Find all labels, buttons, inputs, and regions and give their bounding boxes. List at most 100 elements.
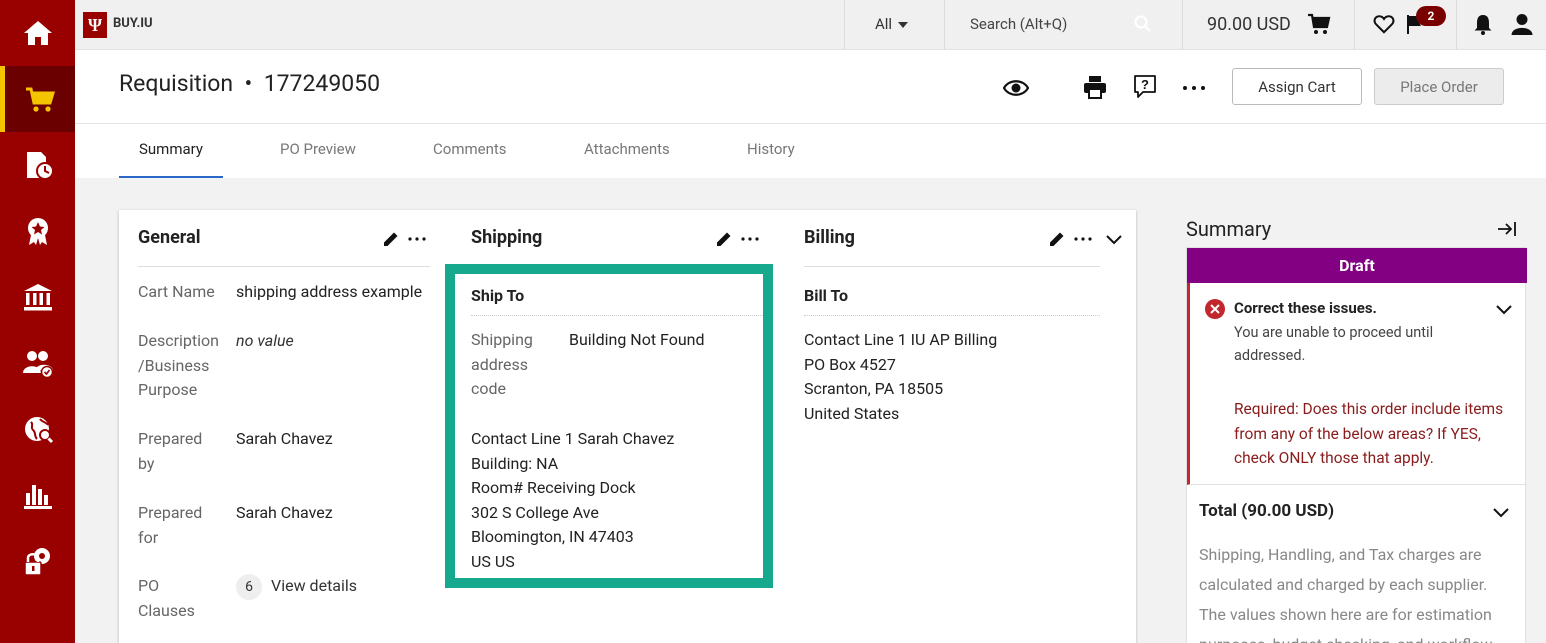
topbar-divider bbox=[1182, 0, 1183, 50]
cart-name-label: Cart Name bbox=[138, 282, 215, 301]
print-icon[interactable] bbox=[1082, 74, 1108, 100]
bell-icon[interactable] bbox=[1472, 13, 1494, 35]
sidebar-item-admin[interactable] bbox=[0, 528, 75, 594]
eye-icon[interactable] bbox=[1003, 75, 1029, 101]
po-clauses-label: PO Clauses bbox=[138, 574, 195, 623]
description-label-line: Purpose bbox=[138, 380, 198, 399]
billing-title: Billing bbox=[804, 227, 855, 248]
tab-divider bbox=[75, 123, 1546, 124]
description-label-line: Description bbox=[138, 331, 219, 350]
active-tab-indicator bbox=[119, 176, 223, 178]
address-line: Scranton, PA 18505 bbox=[804, 379, 944, 398]
collapse-panel-icon[interactable] bbox=[1497, 219, 1517, 239]
view-details-link[interactable]: View details bbox=[271, 574, 357, 599]
tab-po-preview[interactable]: PO Preview bbox=[280, 140, 356, 158]
address-line: Contact Line 1 Sarah Chavez bbox=[471, 429, 675, 448]
prepared-by-label-line: Prepared bbox=[138, 429, 203, 448]
ship-to-address: Contact Line 1 Sarah Chavez Building: NA… bbox=[471, 427, 674, 574]
place-order-button[interactable]: Place Order bbox=[1374, 68, 1504, 105]
address-line: Building: NA bbox=[471, 453, 559, 473]
chevron-down-icon[interactable] bbox=[1492, 503, 1510, 521]
error-icon bbox=[1205, 299, 1225, 319]
more-icon[interactable] bbox=[740, 229, 760, 249]
tab-summary[interactable]: Summary bbox=[139, 140, 203, 158]
summary-title: Summary bbox=[1186, 217, 1272, 241]
sidebar-item-home[interactable] bbox=[0, 0, 75, 66]
cart-name-value: shipping address example bbox=[236, 282, 423, 301]
issues-description: You are unable to proceed until addresse… bbox=[1234, 324, 1434, 364]
topbar-divider bbox=[844, 0, 845, 50]
cart-icon[interactable] bbox=[1307, 12, 1331, 36]
address-line: 302 S College Ave bbox=[471, 502, 599, 522]
search-scope-dropdown[interactable]: All bbox=[875, 15, 909, 33]
required-issue-text[interactable]: Required: Does this order include items … bbox=[1234, 397, 1519, 471]
admin-gear-lock-icon bbox=[23, 548, 50, 576]
address-line: PO Box 4527 bbox=[804, 354, 896, 374]
sidebar-item-orders[interactable] bbox=[0, 132, 75, 198]
topbar-divider bbox=[944, 0, 945, 50]
issues-title: Correct these issues. bbox=[1234, 299, 1377, 317]
tab-history[interactable]: History bbox=[747, 140, 795, 158]
address-line: US US bbox=[471, 551, 515, 571]
page-header: Requisition • 177249050 ? Assign Cart Pl… bbox=[75, 50, 1546, 178]
more-icon[interactable] bbox=[407, 229, 427, 249]
heart-icon[interactable] bbox=[1373, 13, 1395, 35]
more-icon[interactable] bbox=[1073, 229, 1093, 249]
ship-to-title: Ship To bbox=[471, 286, 525, 305]
section-divider bbox=[138, 266, 430, 267]
page-title: Requisition • 177249050 bbox=[119, 70, 381, 97]
chevron-down-icon[interactable] bbox=[1104, 229, 1124, 249]
prepared-for-label: Prepared for bbox=[138, 501, 202, 550]
bank-icon bbox=[23, 284, 52, 311]
shipping-address-code-label: Shipping address code bbox=[471, 328, 533, 402]
sidebar-item-suppliers[interactable] bbox=[0, 330, 75, 396]
sidebar-item-global[interactable] bbox=[0, 396, 75, 462]
section-divider bbox=[804, 266, 1100, 267]
svg-text:?: ? bbox=[1141, 77, 1149, 92]
description-label-line: /Business bbox=[138, 355, 210, 375]
shop-cart-icon bbox=[26, 87, 56, 112]
shipping-address-code-value: Building Not Found bbox=[569, 330, 705, 349]
pencil-icon[interactable] bbox=[381, 229, 401, 249]
chevron-down-icon[interactable] bbox=[1495, 300, 1513, 318]
app-root: Ψ BUY.IU All Search (Alt+Q) 90.00 USD 2 … bbox=[0, 0, 1546, 643]
po-clauses-label-line: Clauses bbox=[138, 600, 195, 620]
pencil-icon[interactable] bbox=[1047, 229, 1067, 249]
more-icon[interactable] bbox=[1181, 75, 1207, 101]
home-icon bbox=[23, 21, 52, 45]
notification-badge: 2 bbox=[1416, 6, 1446, 26]
user-icon[interactable] bbox=[1510, 12, 1534, 36]
shipping-code-label-line: code bbox=[471, 379, 507, 398]
issues-section: Correct these issues. You are unable to … bbox=[1187, 283, 1527, 485]
assign-cart-button[interactable]: Assign Cart bbox=[1232, 68, 1362, 105]
sidebar-item-reports[interactable] bbox=[0, 462, 75, 528]
shipping-code-label-line: Shipping bbox=[471, 330, 533, 349]
caret-down-icon bbox=[898, 22, 909, 29]
top-bar: Ψ BUY.IU All Search (Alt+Q) 90.00 USD 2 bbox=[75, 0, 1546, 50]
address-line: United States bbox=[804, 403, 900, 423]
help-icon[interactable]: ? bbox=[1132, 73, 1158, 99]
general-title: General bbox=[138, 227, 201, 248]
iu-logo[interactable]: Ψ bbox=[83, 12, 107, 38]
address-line: Contact Line 1 IU AP Billing bbox=[804, 330, 998, 349]
bill-to-title: Bill To bbox=[804, 286, 849, 305]
cart-total[interactable]: 90.00 USD bbox=[1207, 14, 1291, 35]
search-input[interactable]: Search (Alt+Q) bbox=[970, 15, 1067, 33]
total-description: Shipping, Handling, and Tax charges are … bbox=[1199, 545, 1496, 643]
prepared-by-label-line: by bbox=[138, 453, 155, 473]
tab-attachments[interactable]: Attachments bbox=[584, 140, 670, 158]
topbar-divider bbox=[1354, 0, 1355, 50]
summary-panel: Draft Correct these issues. You are unab… bbox=[1186, 247, 1527, 643]
orders-clock-icon bbox=[26, 152, 54, 180]
sidebar-item-accounts[interactable] bbox=[0, 264, 75, 330]
sidebar-item-shop[interactable] bbox=[0, 66, 75, 132]
globe-icon bbox=[24, 417, 53, 444]
pencil-icon[interactable] bbox=[714, 229, 734, 249]
section-divider bbox=[804, 315, 1100, 316]
logo-glyph: Ψ bbox=[87, 14, 103, 35]
sidebar-item-contracts[interactable] bbox=[0, 198, 75, 264]
tab-comments[interactable]: Comments bbox=[433, 140, 507, 158]
reports-chart-icon bbox=[23, 485, 52, 509]
prepared-by-value: Sarah Chavez bbox=[236, 429, 333, 448]
search-icon[interactable] bbox=[1133, 14, 1153, 34]
